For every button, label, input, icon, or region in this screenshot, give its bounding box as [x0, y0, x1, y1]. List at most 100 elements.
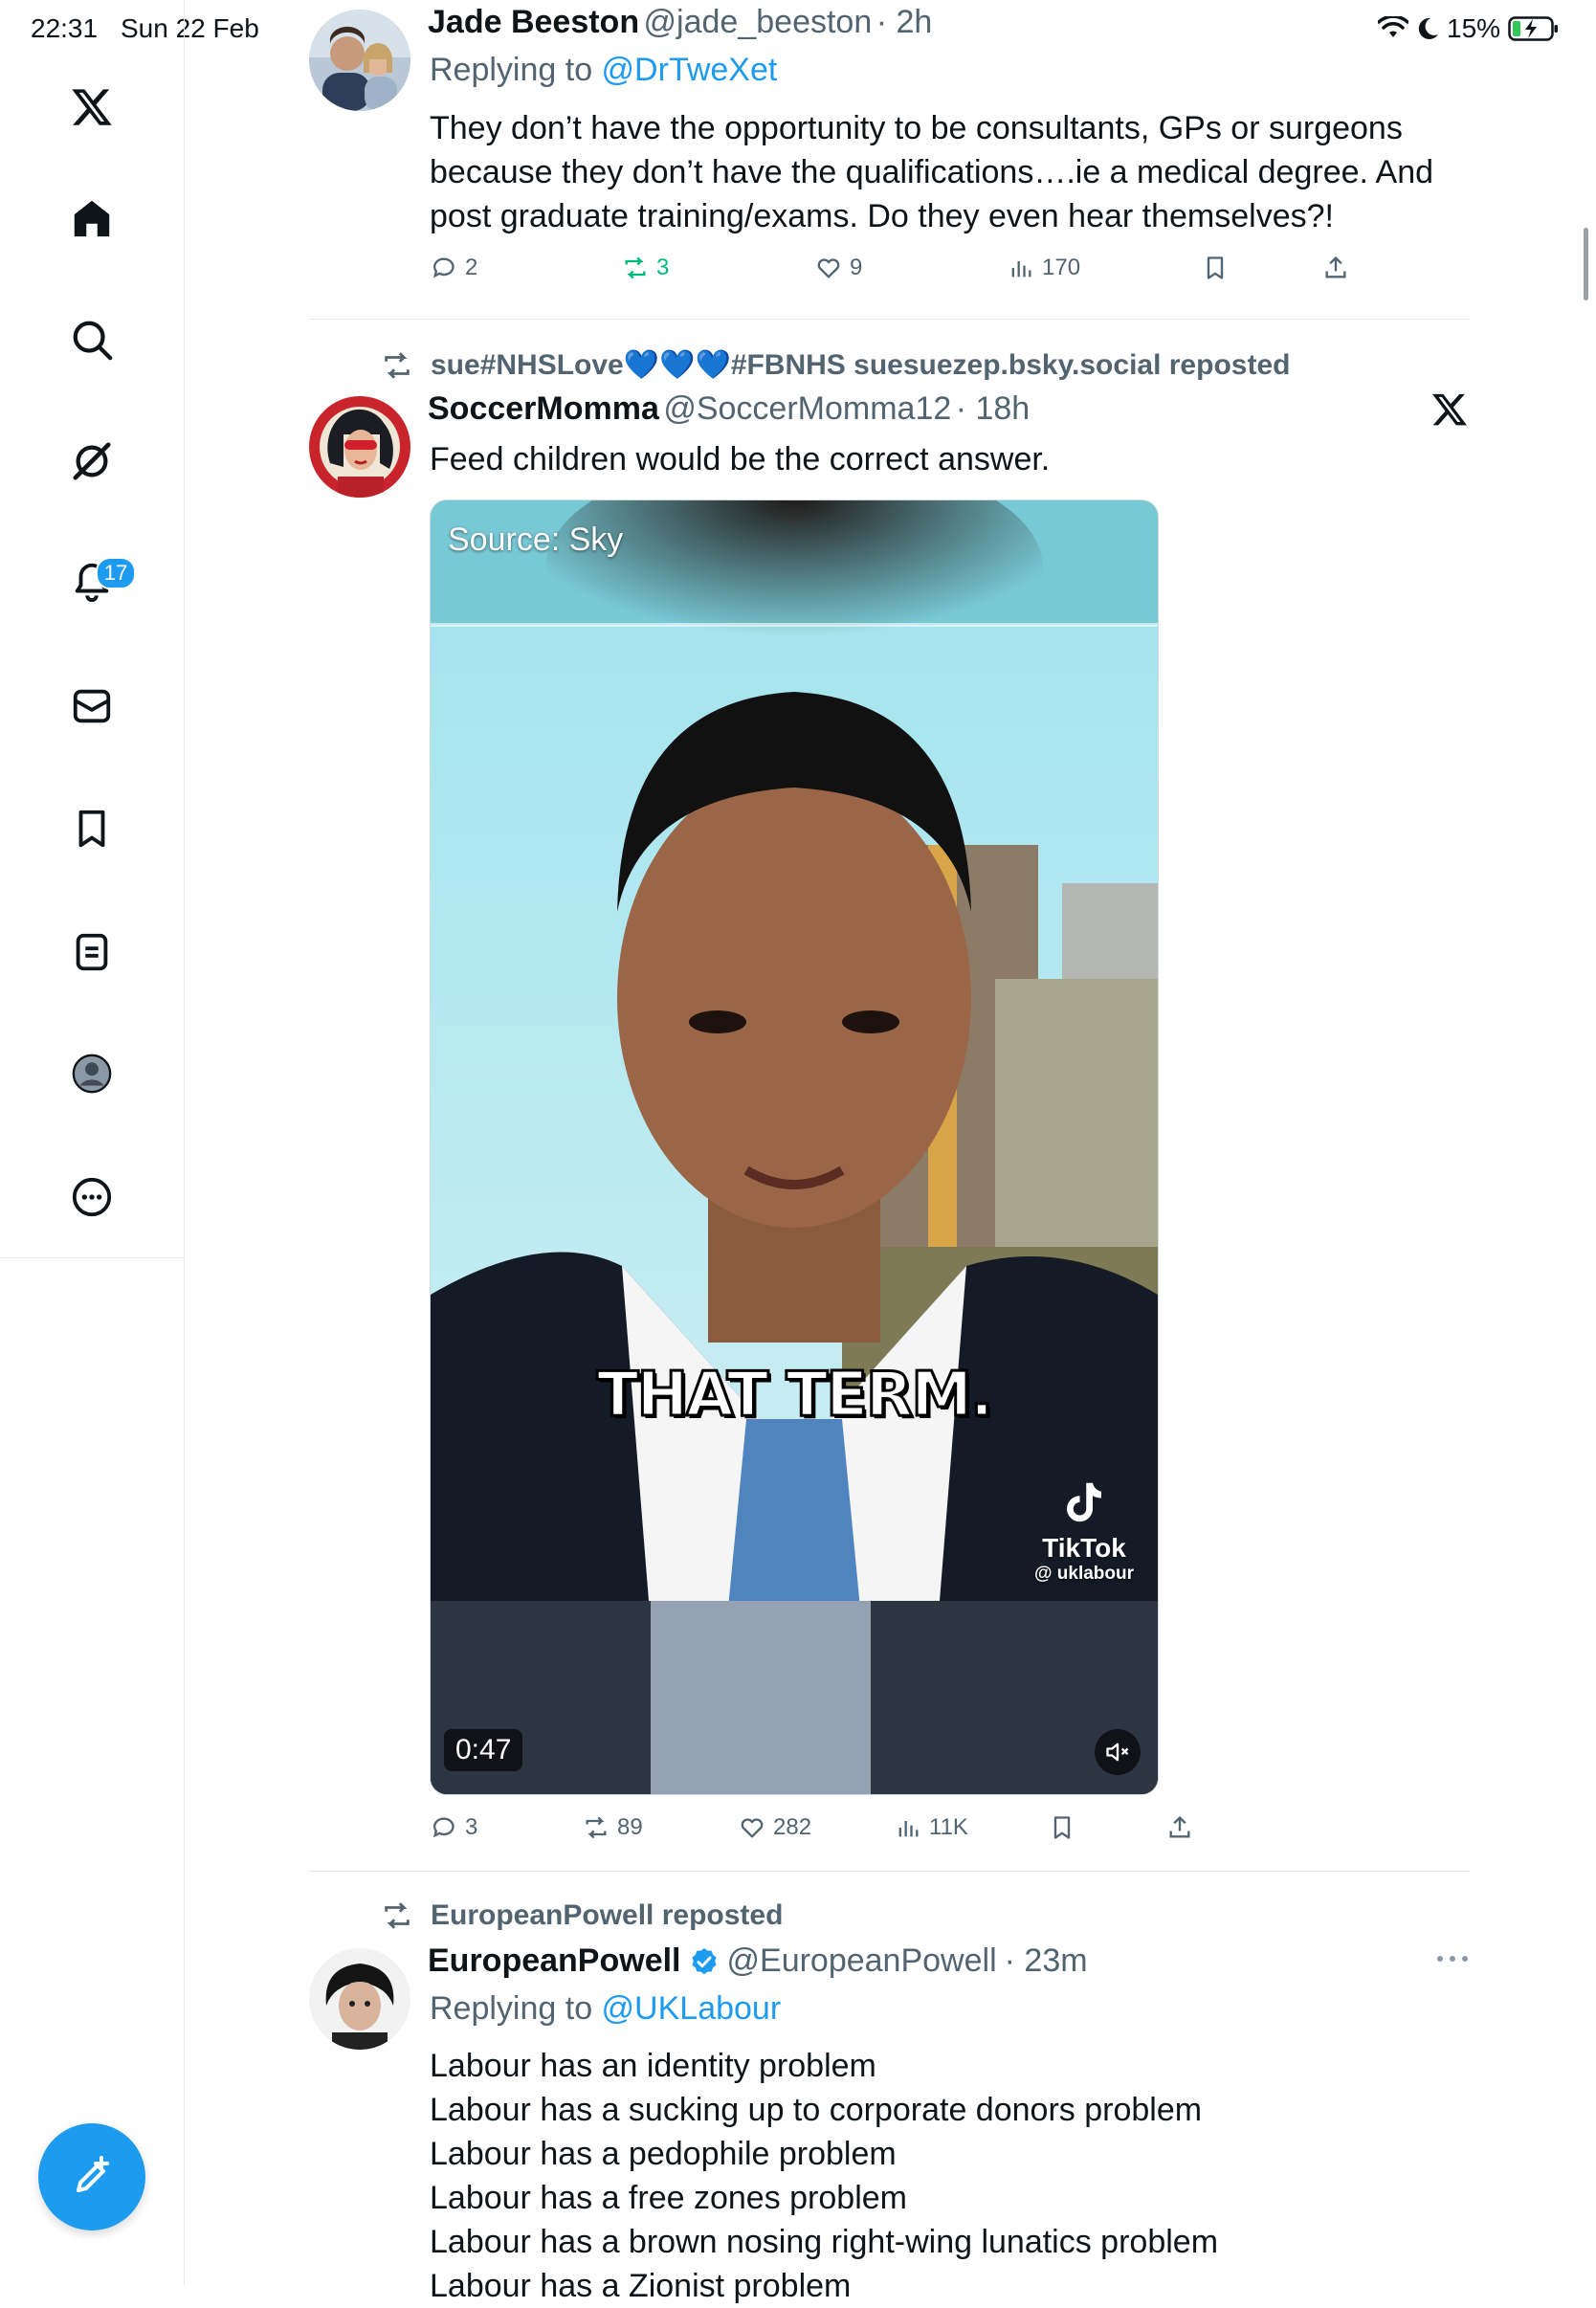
views-icon — [898, 1821, 919, 1837]
handle[interactable]: @EuropeanPowell — [727, 1942, 997, 1980]
bookmarks-icon[interactable] — [63, 800, 121, 857]
share-button[interactable] — [1166, 1814, 1193, 1841]
grok-icon[interactable] — [63, 433, 121, 490]
x-origin-icon[interactable] — [1430, 390, 1469, 433]
video-frame — [431, 500, 1158, 1794]
messages-icon[interactable] — [63, 677, 121, 735]
tweet-line: Labour has a sucking up to corporate don… — [430, 2092, 1203, 2128]
replying-to: Replying to @UKLabour — [430, 1990, 781, 2028]
repost-icon — [385, 351, 410, 379]
repost-count: 89 — [617, 1814, 643, 1840]
like-count: 282 — [773, 1814, 812, 1840]
replying-prefix: Replying to — [430, 1990, 602, 2027]
bookmark-icon — [1207, 256, 1224, 279]
status-indicators: 15% — [1378, 13, 1560, 44]
tweet-text: Feed children would be the correct answe… — [430, 441, 1051, 477]
display-name[interactable]: Jade Beeston — [428, 4, 639, 40]
mute-button[interactable] — [1095, 1729, 1141, 1775]
reply-count: 2 — [465, 255, 478, 280]
muted-speaker-icon — [1106, 1742, 1129, 1762]
tweet-line: Labour has a free zones problem — [430, 2180, 907, 2216]
repost-button[interactable]: 3 — [622, 255, 669, 281]
repost-context: sue#NHSLove💙💙💙#FBNHS suesuezep.bsky.soci… — [381, 348, 1290, 382]
avatar[interactable] — [309, 396, 410, 498]
ellipsis-icon — [1437, 1956, 1468, 1962]
tiktok-watermark: TikTok @ uklabour — [1022, 1476, 1146, 1585]
timestamp: · 18h — [955, 390, 1031, 427]
repost-context: EuropeanPowell reposted — [381, 1899, 783, 1932]
bookmark-button[interactable] — [1049, 1814, 1075, 1841]
heart-icon — [741, 1818, 764, 1838]
tweet-text: Labour has an identity problem Labour ha… — [430, 2044, 1473, 2308]
reply-button[interactable]: 3 — [431, 1814, 477, 1841]
repost-button[interactable]: 89 — [583, 1814, 643, 1841]
tweet-line: Labour has an identity problem — [430, 2048, 876, 2084]
replying-to: Replying to @DrTweXet — [430, 52, 777, 89]
mention-link[interactable]: @DrTweXet — [602, 52, 778, 88]
tiktok-icon — [1067, 1482, 1101, 1522]
lists-icon[interactable] — [63, 923, 121, 981]
search-icon[interactable] — [63, 311, 121, 368]
like-button[interactable]: 282 — [739, 1814, 811, 1841]
reply-icon — [432, 1817, 454, 1838]
views-button[interactable]: 11K — [895, 1814, 968, 1841]
compose-icon — [77, 2156, 109, 2192]
tweet-header: Jade Beeston @jade_beeston · 2h — [428, 4, 932, 41]
repost-count: 3 — [656, 255, 670, 280]
tweet-line: Labour has a pedophile problem — [430, 2136, 897, 2172]
avatar[interactable] — [309, 1948, 410, 2050]
handle[interactable]: @SoccerMomma12 — [663, 390, 951, 427]
repost-icon — [586, 1816, 607, 1839]
profile-icon[interactable] — [63, 1045, 121, 1102]
tweet-header: SoccerMomma @SoccerMomma12 · 18h — [428, 390, 1030, 428]
avatar[interactable] — [309, 10, 410, 111]
tiktok-brand: TikTok — [1042, 1533, 1126, 1563]
timestamp: · 2h — [876, 4, 933, 40]
wifi-icon — [1378, 16, 1408, 37]
more-options-button[interactable] — [1435, 1952, 1470, 1970]
tweet-header: EuropeanPowell @EuropeanPowell · 23m — [428, 1942, 1088, 1980]
views-icon — [1011, 261, 1031, 277]
tweet-line: Labour has a brown nosing right-wing lun… — [430, 2224, 1219, 2260]
video-player[interactable]: Source: Sky THAT TERM. TikTok @ uklabour… — [430, 499, 1159, 1795]
mention-link[interactable]: @UKLabour — [602, 1990, 782, 2027]
bookmark-icon — [1053, 1816, 1071, 1839]
display-name[interactable]: EuropeanPowell — [428, 1942, 681, 1980]
timestamp: · 23m — [1004, 1942, 1088, 1979]
share-icon — [1325, 255, 1346, 278]
share-icon — [1169, 1815, 1190, 1838]
repost-by[interactable]: EuropeanPowell reposted — [431, 1899, 783, 1932]
reply-count: 3 — [465, 1814, 478, 1840]
reply-button[interactable]: 2 — [431, 255, 477, 281]
tweet-line: Labour has a Zionist problem — [430, 2268, 852, 2304]
moon-icon — [1418, 17, 1438, 39]
verified-badge-icon — [691, 1947, 717, 1974]
sidebar-divider — [0, 1257, 184, 1258]
video-caption: THAT TERM. — [595, 1359, 994, 1432]
heart-icon — [817, 258, 840, 278]
battery-charging-icon — [1508, 16, 1559, 41]
x-logo-icon[interactable] — [63, 78, 121, 136]
notifications-badge: 17 — [96, 557, 136, 589]
like-count: 9 — [850, 255, 863, 280]
compose-button[interactable] — [38, 2123, 145, 2230]
reply-icon — [432, 257, 454, 278]
share-button[interactable] — [1322, 255, 1349, 281]
repost-icon — [625, 256, 646, 279]
video-duration: 0:47 — [444, 1729, 523, 1771]
more-icon[interactable] — [63, 1168, 121, 1226]
repost-icon — [385, 1902, 410, 1929]
video-source-label: Source: Sky — [448, 522, 624, 558]
display-name[interactable]: SoccerMomma — [428, 390, 659, 427]
repost-by[interactable]: sue#NHSLove💙💙💙#FBNHS suesuezep.bsky.soci… — [431, 348, 1290, 382]
tweet-divider — [309, 319, 1470, 320]
handle[interactable]: @jade_beeston — [644, 4, 873, 40]
views-button[interactable]: 170 — [1008, 255, 1080, 281]
like-button[interactable]: 9 — [815, 255, 862, 281]
scroll-indicator[interactable] — [1584, 228, 1588, 300]
views-count: 170 — [1042, 255, 1081, 280]
views-count: 11K — [929, 1814, 968, 1840]
tweet-text: They don’t have the opportunity to be co… — [430, 110, 1434, 234]
bookmark-button[interactable] — [1202, 255, 1229, 281]
home-icon[interactable] — [63, 189, 121, 247]
